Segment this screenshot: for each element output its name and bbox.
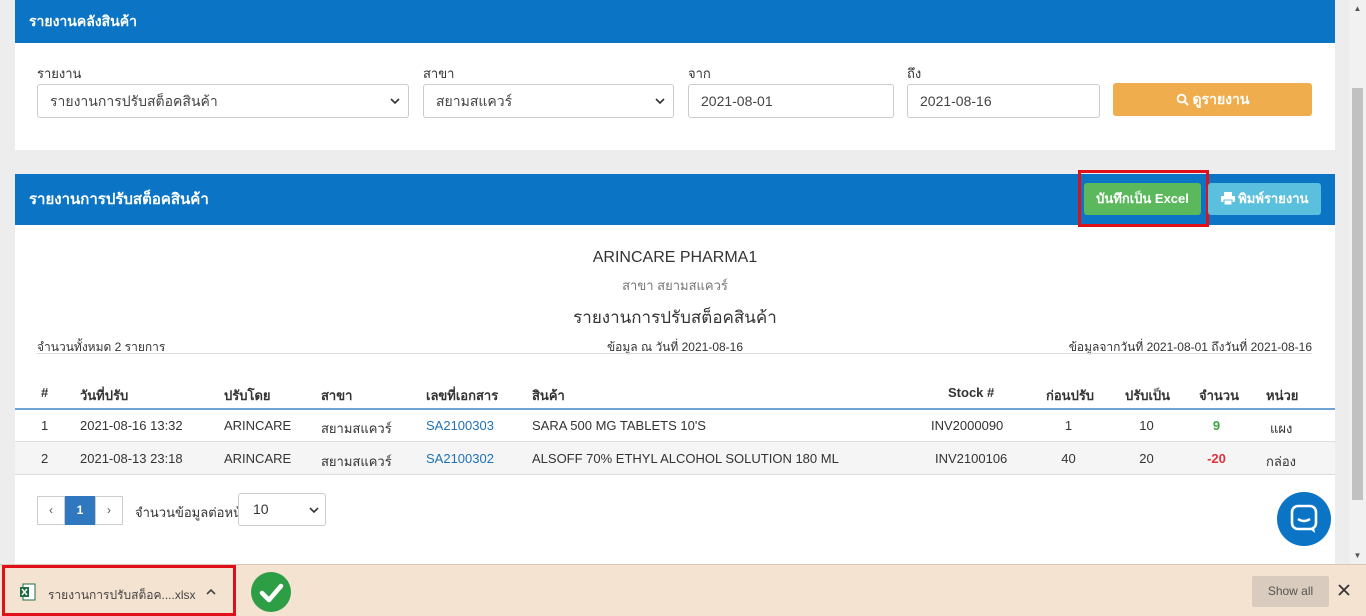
- chat-icon: [1277, 504, 1331, 549]
- col-header-stock: Stock #: [948, 385, 995, 400]
- cell-product: ALSOFF 70% ETHYL ALCOHOL SOLUTION 180 ML: [532, 451, 839, 466]
- col-header-after: ปรับเป็น: [1125, 388, 1171, 403]
- report-type-value: รายงานการปรับสต็อคสินค้า: [50, 93, 218, 109]
- cell-unit: แผง: [1270, 421, 1293, 436]
- close-download-bar-button[interactable]: [1338, 580, 1350, 601]
- show-all-button[interactable]: Show all: [1252, 576, 1329, 607]
- chevron-down-icon: [655, 85, 665, 118]
- col-header-doc: เลขที่เอกสาร: [426, 388, 499, 403]
- search-icon: [1176, 91, 1193, 107]
- prev-page-button[interactable]: ‹: [37, 496, 65, 525]
- col-header-branch: สาขา: [321, 388, 353, 403]
- scroll-down-arrow[interactable]: ▼: [1349, 547, 1366, 564]
- company-name: ARINCARE PHARMA1: [592, 249, 758, 266]
- per-page-select[interactable]: 10: [238, 493, 326, 526]
- branch-subtitle: สาขา สยามสแควร์: [622, 278, 728, 293]
- doc-link[interactable]: SA2100302: [426, 451, 494, 466]
- pagination: ‹ 1 ›: [37, 496, 123, 525]
- to-date-label: ถึง: [907, 66, 922, 81]
- chevron-down-icon: [390, 85, 400, 118]
- branch-label: สาขา: [423, 66, 455, 81]
- cell-stock: INV2100106: [935, 451, 1008, 466]
- from-date-label: จาก: [688, 66, 711, 81]
- col-header-product: สินค้า: [532, 388, 565, 403]
- report-type-select[interactable]: รายงานการปรับสต็อคสินค้า: [37, 84, 409, 118]
- cell-product: SARA 500 MG TABLETS 10'S: [532, 418, 706, 433]
- cell-qty: 9: [1212, 418, 1221, 433]
- filter-panel-title: รายงานคลังสินค้า: [15, 0, 1335, 43]
- cell-by: ARINCARE: [224, 451, 292, 466]
- filter-panel: รายงานคลังสินค้า: [15, 0, 1335, 150]
- next-page-button[interactable]: ›: [95, 496, 123, 525]
- print-report-label: พิมพ์รายงาน: [1238, 191, 1309, 206]
- cell-before: 40: [1061, 451, 1076, 466]
- to-date-input[interactable]: 2021-08-16: [907, 84, 1100, 118]
- col-header-unit: หน่วย: [1266, 388, 1299, 403]
- check-circle-icon: [251, 572, 291, 612]
- cell-date: 2021-08-16 13:32: [80, 418, 183, 433]
- cell-unit: กล่อง: [1266, 454, 1296, 469]
- printer-icon: [1220, 191, 1239, 206]
- per-page-label: จำนวนข้อมูลต่อหน้า: [135, 505, 250, 520]
- cell-no: 2: [41, 451, 49, 466]
- col-header-date: วันที่ปรับ: [80, 388, 129, 403]
- report-type-label: รายงาน: [37, 66, 82, 81]
- cell-no: 1: [41, 418, 49, 433]
- view-report-button[interactable]: ดูรายงาน: [1113, 83, 1312, 116]
- branch-value: สยามสแควร์: [436, 93, 513, 109]
- cell-before: 1: [1064, 418, 1073, 433]
- cell-branch: สยามสแควร์: [321, 421, 392, 436]
- cell-by: ARINCARE: [224, 418, 292, 433]
- col-header-before: ก่อนปรับ: [1046, 388, 1095, 403]
- cell-qty: -20: [1207, 451, 1226, 466]
- report-heading: รายงานการปรับสต็อคสินค้า: [573, 308, 777, 327]
- col-header-qty: จำนวน: [1199, 388, 1239, 403]
- cell-stock: INV2000090: [931, 418, 1004, 433]
- doc-link[interactable]: SA2100303: [426, 418, 494, 433]
- scrollbar-thumb[interactable]: [1352, 88, 1363, 500]
- per-page-value: 10: [253, 501, 269, 517]
- col-header-by: ปรับโดย: [224, 388, 271, 403]
- scroll-up-arrow[interactable]: ▲: [1349, 0, 1366, 17]
- print-report-button[interactable]: พิมพ์รายงาน: [1208, 183, 1321, 215]
- date-range: ข้อมูลจากวันที่ 2021-08-01 ถึงวันที่ 202…: [1068, 340, 1312, 354]
- download-file-name: รายงานการปรับสต็อค....xlsx: [48, 588, 196, 602]
- cell-after: 10: [1139, 418, 1154, 433]
- excel-highlight-box: [1078, 170, 1209, 227]
- page-1-button[interactable]: 1: [65, 496, 95, 525]
- cell-date: 2021-08-13 23:18: [80, 451, 183, 466]
- branch-select[interactable]: สยามสแควร์: [423, 84, 674, 118]
- col-header-no: #: [41, 385, 49, 400]
- chevron-down-icon: [309, 494, 319, 527]
- download-options-button[interactable]: [205, 583, 217, 601]
- view-report-label: ดูรายงาน: [1192, 91, 1250, 107]
- cell-branch: สยามสแควร์: [321, 454, 392, 469]
- chat-launcher-button[interactable]: [1277, 492, 1331, 546]
- excel-file-icon: [20, 583, 36, 604]
- cell-after: 20: [1139, 451, 1154, 466]
- from-date-input[interactable]: 2021-08-01: [688, 84, 894, 118]
- divider: [37, 353, 1312, 354]
